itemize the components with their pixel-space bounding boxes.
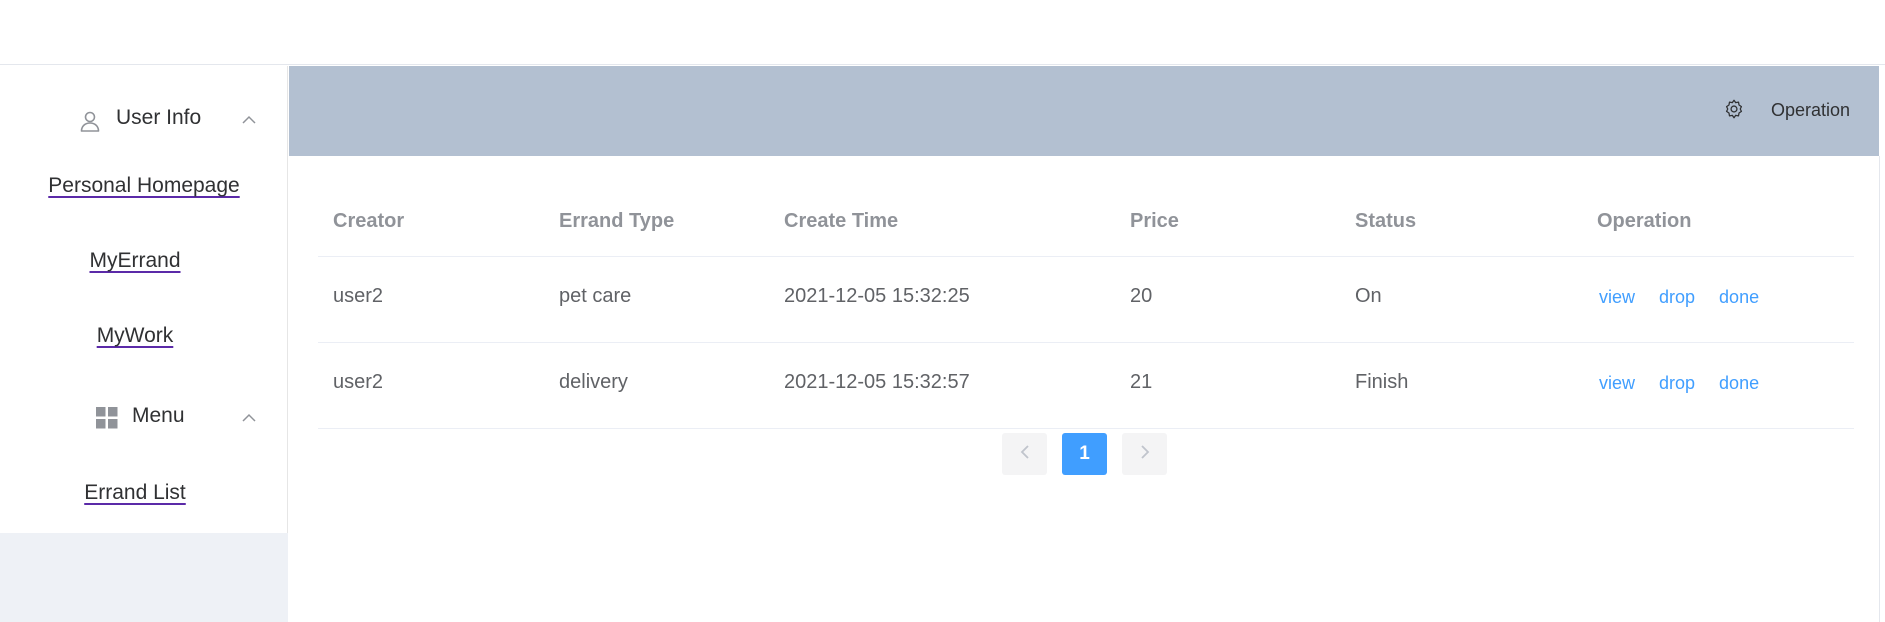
chevron-left-icon — [1020, 444, 1030, 465]
col-operation: Operation — [1597, 210, 1692, 232]
cell-status: On — [1355, 285, 1382, 307]
next-page-button[interactable] — [1122, 433, 1167, 475]
submenu-user-info-label: User Info — [116, 106, 202, 129]
menu-item-personal-homepage[interactable]: Personal Homepage — [0, 174, 288, 198]
cell-creator: user2 — [333, 285, 384, 307]
cell-errand-type: delivery — [559, 371, 628, 393]
errand-list-link[interactable]: Errand List — [84, 481, 186, 504]
row-operations: view drop done — [1599, 287, 1783, 308]
submenu-menu-label: Menu — [132, 404, 185, 427]
user-icon — [78, 109, 102, 133]
main-header: Operation — [289, 66, 1885, 156]
chevron-up-icon — [242, 410, 256, 424]
cell-create-time: 2021-12-05 15:32:25 — [784, 285, 970, 307]
gear-icon[interactable] — [1723, 98, 1745, 120]
my-work-link[interactable]: MyWork — [97, 324, 174, 347]
prev-page-button[interactable] — [1002, 433, 1047, 475]
drop-button[interactable]: drop — [1659, 373, 1695, 394]
cell-status: Finish — [1355, 371, 1409, 393]
my-errand-link[interactable]: MyErrand — [89, 249, 180, 272]
top-bar — [0, 0, 1885, 65]
chevron-right-icon — [1140, 444, 1150, 465]
col-creator: Creator — [333, 210, 405, 232]
cell-errand-type: pet care — [559, 285, 632, 307]
view-button[interactable]: view — [1599, 287, 1635, 308]
done-button[interactable]: done — [1719, 373, 1759, 394]
cell-creator: user2 — [333, 371, 384, 393]
grid-icon — [96, 407, 118, 429]
main-divider — [1879, 156, 1880, 622]
cell-price: 21 — [1130, 371, 1153, 393]
row-operations: view drop done — [1599, 373, 1783, 394]
drop-button[interactable]: drop — [1659, 287, 1695, 308]
done-button[interactable]: done — [1719, 287, 1759, 308]
sidebar: User Info Personal Homepage MyErrand MyW… — [0, 66, 288, 622]
col-status: Status — [1355, 210, 1417, 232]
col-create-time: Create Time — [784, 210, 899, 232]
sidebar-menu: User Info Personal Homepage MyErrand MyW… — [0, 66, 288, 533]
col-errand-type: Errand Type — [559, 210, 675, 232]
cell-price: 20 — [1130, 285, 1153, 307]
personal-homepage-link[interactable]: Personal Homepage — [48, 174, 239, 197]
table-row: user2 delivery 2021-12-05 15:32:57 21 Fi… — [318, 343, 1854, 429]
col-price: Price — [1130, 210, 1179, 232]
menu-item-my-work[interactable]: MyWork — [0, 324, 288, 348]
table-row: user2 pet care 2021-12-05 15:32:25 20 On… — [318, 257, 1854, 343]
header-operation-label[interactable]: Operation — [1771, 100, 1850, 121]
page-number-button[interactable]: 1 — [1062, 433, 1107, 475]
menu-item-my-errand[interactable]: MyErrand — [0, 249, 288, 273]
submenu-user-info[interactable]: User Info — [0, 91, 288, 147]
chevron-up-icon — [242, 112, 256, 126]
header-divider — [1879, 66, 1885, 156]
table-header: Creator Errand Type Create Time Price St… — [318, 190, 1854, 257]
cell-create-time: 2021-12-05 15:32:57 — [784, 371, 970, 393]
view-button[interactable]: view — [1599, 373, 1635, 394]
submenu-menu[interactable]: Menu — [0, 389, 288, 445]
menu-item-errand-list[interactable]: Errand List — [0, 481, 288, 505]
